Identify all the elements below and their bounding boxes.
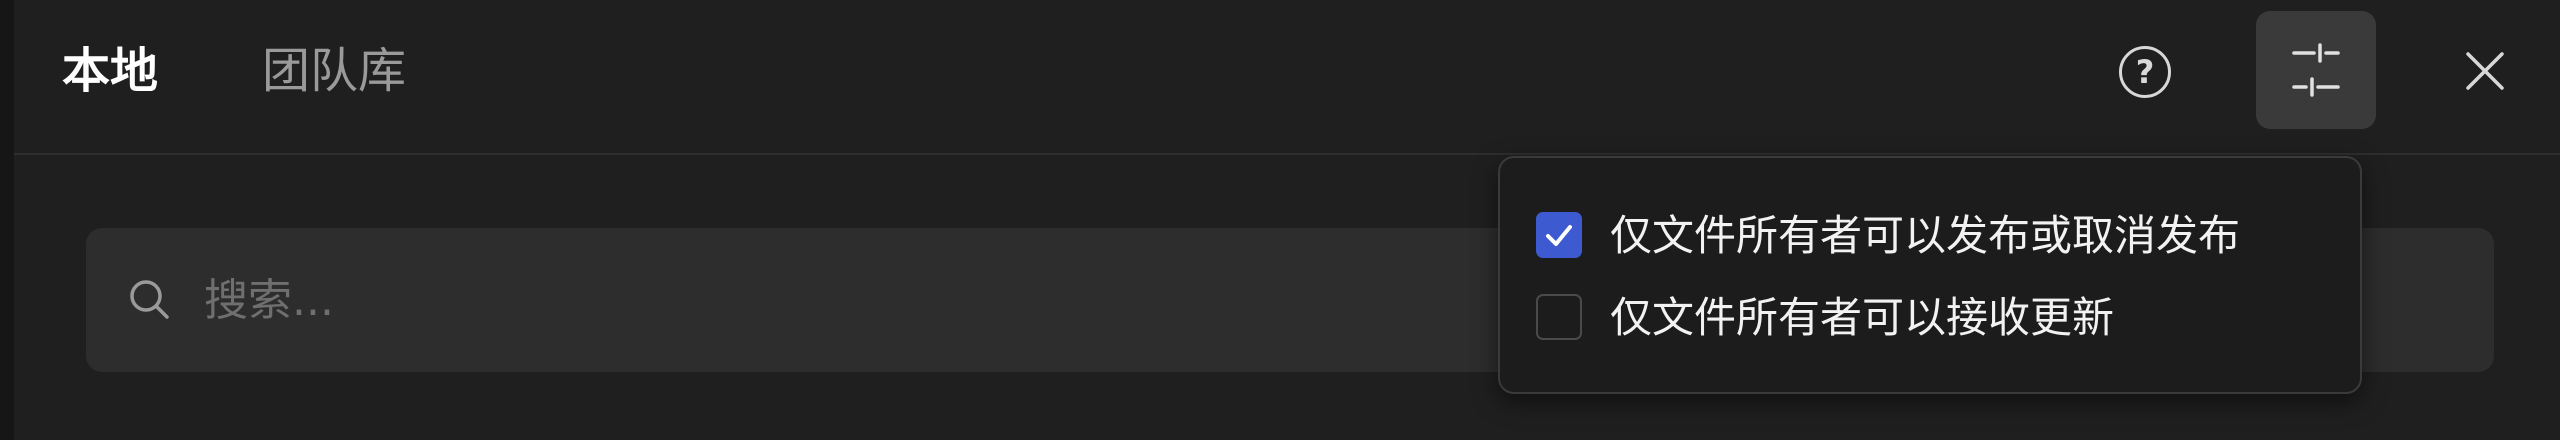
option-label: 仅文件所有者可以发布或取消发布 xyxy=(1610,211,2241,260)
tab-local[interactable]: 本地 xyxy=(62,38,158,104)
option-owner-only-publish[interactable]: 仅文件所有者可以发布或取消发布 xyxy=(1536,206,2336,266)
search-icon xyxy=(130,280,169,319)
receive-updates-checkbox[interactable] xyxy=(1536,294,1582,340)
question-circle-icon: ? xyxy=(2135,53,2155,91)
panel-header: 本地 团队库 ? xyxy=(14,0,2560,155)
option-owner-only-receive-updates[interactable]: 仅文件所有者可以接收更新 xyxy=(1536,288,2336,348)
help-button[interactable]: ? xyxy=(2119,46,2171,98)
close-icon xyxy=(2466,52,2504,90)
option-label: 仅文件所有者可以接收更新 xyxy=(1610,293,2115,342)
sliders-icon xyxy=(2292,43,2340,97)
search-input[interactable] xyxy=(204,264,1404,336)
settings-button[interactable] xyxy=(2256,11,2376,129)
check-icon xyxy=(1546,225,1572,246)
panel-left-edge xyxy=(0,0,14,440)
close-button[interactable] xyxy=(2454,40,2516,102)
tab-team-library[interactable]: 团队库 xyxy=(262,38,406,104)
library-settings-popover: 仅文件所有者可以发布或取消发布 仅文件所有者可以接收更新 xyxy=(1498,156,2362,394)
publish-checkbox[interactable] xyxy=(1536,212,1582,258)
library-panel: 本地 团队库 ? 搜索... 仅文件所有者可以发布或取消发布 仅文件所有者可以接… xyxy=(0,0,2560,440)
